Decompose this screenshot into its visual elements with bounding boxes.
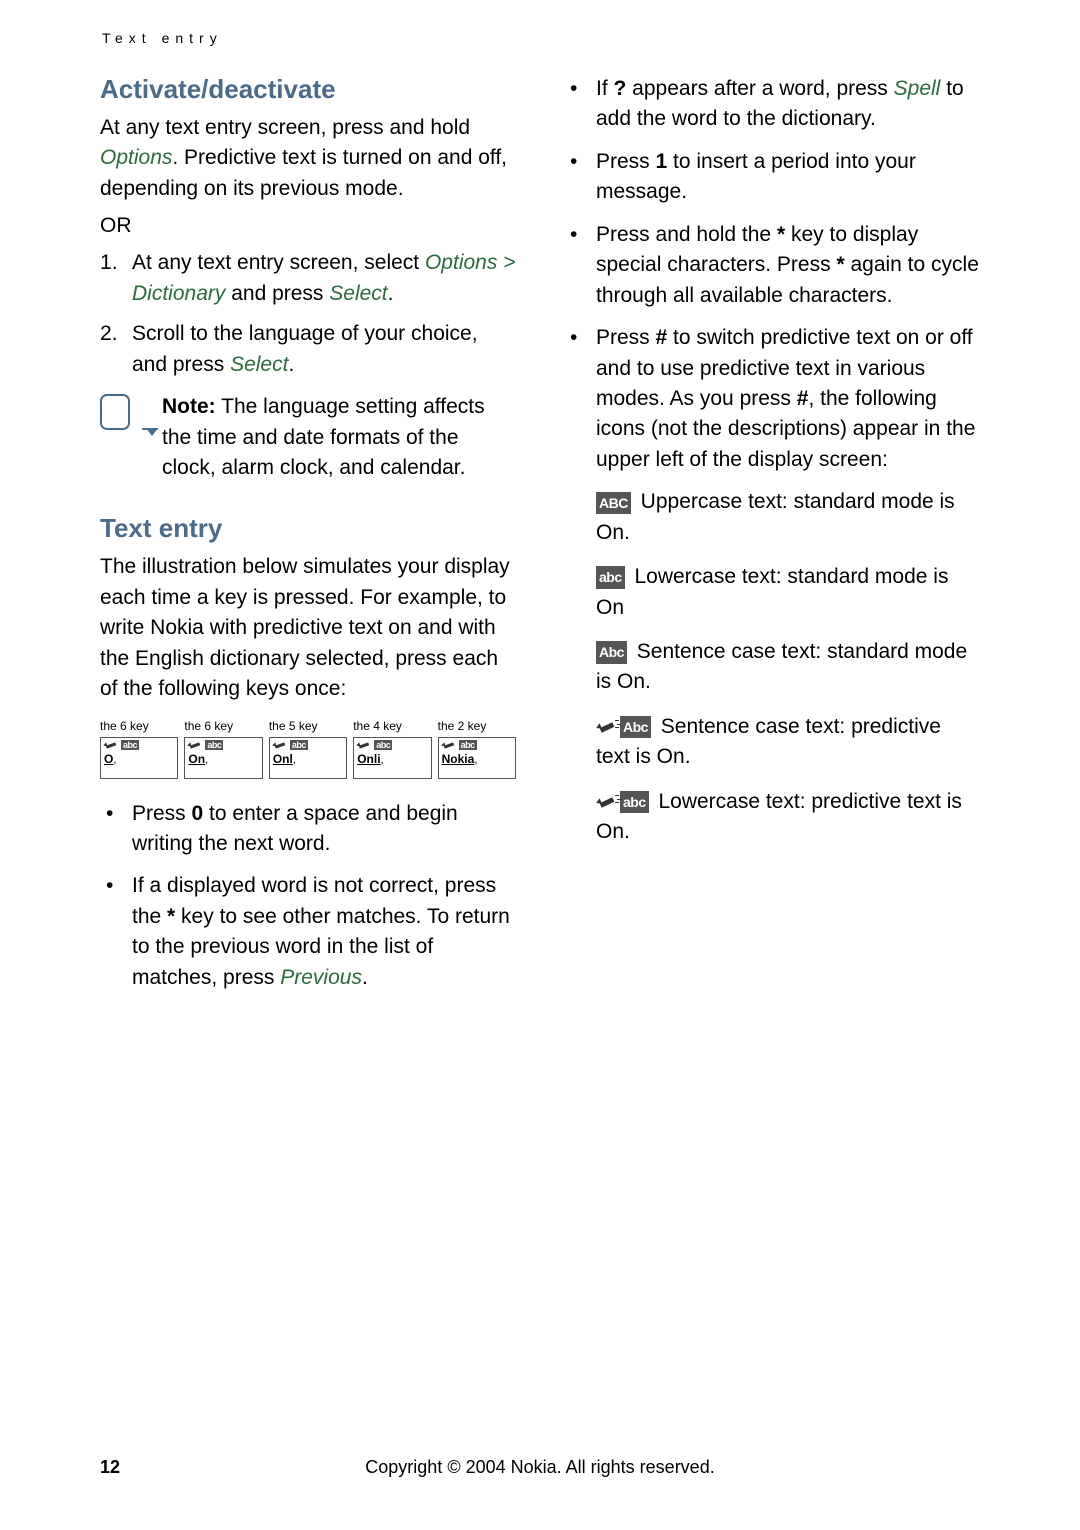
para-textentry: The illustration below simulates your di…	[100, 552, 516, 704]
mode-lowercase-predictive: abc Lowercase text: predictive text is O…	[596, 787, 980, 848]
heading-activate: Activate/deactivate	[100, 74, 516, 105]
bullet-period: Press 1 to insert a period into your mes…	[596, 147, 980, 208]
pencil-icon	[104, 741, 118, 749]
step-1: At any text entry screen, select Options…	[132, 248, 516, 309]
steps-list: At any text entry screen, select Options…	[100, 248, 516, 380]
pencil-icon	[273, 741, 287, 749]
mode-lowercase: abc Lowercase text: standard mode is On	[596, 562, 980, 623]
bullet-spell: If ? appears after a word, press Spell t…	[596, 74, 980, 135]
para-activate: At any text entry screen, press and hold…	[100, 113, 516, 204]
pencil-icon	[596, 720, 618, 734]
page-header: Text entry	[102, 30, 980, 46]
content-columns: Activate/deactivate At any text entry sc…	[100, 74, 980, 1005]
key-box-2: abc On,	[184, 737, 262, 779]
note-text: Note: The language setting affects the t…	[162, 392, 516, 483]
mode-sentence: Abc Sentence case text: standard mode is…	[596, 637, 980, 698]
key-labels: the 6 key the 6 key the 5 key the 4 key …	[100, 719, 516, 733]
abc-lowercase-icon: abc	[596, 566, 625, 588]
modes-section: ABC Uppercase text: standard mode is On.…	[564, 487, 980, 847]
key-box-1: abc O,	[100, 737, 178, 779]
left-bullets: Press 0 to enter a space and begin writi…	[100, 799, 516, 994]
bullet-word: If a displayed word is not correct, pres…	[132, 871, 516, 993]
abc-lowercase-icon: abc	[620, 791, 649, 813]
key-box-5: abc Nokia,	[438, 737, 516, 779]
abc-sentence-icon: Abc	[596, 641, 627, 663]
footer-copyright: Copyright © 2004 Nokia. All rights reser…	[0, 1457, 1080, 1478]
note-block: Note: The language setting affects the t…	[100, 392, 516, 483]
left-column: Activate/deactivate At any text entry sc…	[100, 74, 516, 1005]
bullet-hash: Press # to switch predictive text on or …	[596, 323, 980, 475]
or-text: OR	[100, 214, 516, 238]
pencil-icon	[442, 741, 456, 749]
mode-sentence-predictive: Abc Sentence case text: predictive text …	[596, 712, 980, 773]
pencil-icon	[188, 741, 202, 749]
key-boxes: abc O, abc On, abc Onl, abc Onli, abc	[100, 737, 516, 779]
abc-sentence-icon: Abc	[620, 716, 651, 738]
note-icon	[100, 394, 146, 440]
key-box-3: abc Onl,	[269, 737, 347, 779]
pencil-icon	[596, 795, 618, 809]
key-box-4: abc Onli,	[353, 737, 431, 779]
bullet-space: Press 0 to enter a space and begin writi…	[132, 799, 516, 860]
right-bullets: If ? appears after a word, press Spell t…	[564, 74, 980, 475]
step-2: Scroll to the language of your choice, a…	[132, 319, 516, 380]
abc-uppercase-icon: ABC	[596, 492, 631, 514]
key-table: the 6 key the 6 key the 5 key the 4 key …	[100, 719, 516, 779]
heading-textentry: Text entry	[100, 513, 516, 544]
mode-uppercase: ABC Uppercase text: standard mode is On.	[596, 487, 980, 548]
bullet-star: Press and hold the * key to display spec…	[596, 220, 980, 311]
pencil-icon	[357, 741, 371, 749]
right-column: If ? appears after a word, press Spell t…	[564, 74, 980, 1005]
